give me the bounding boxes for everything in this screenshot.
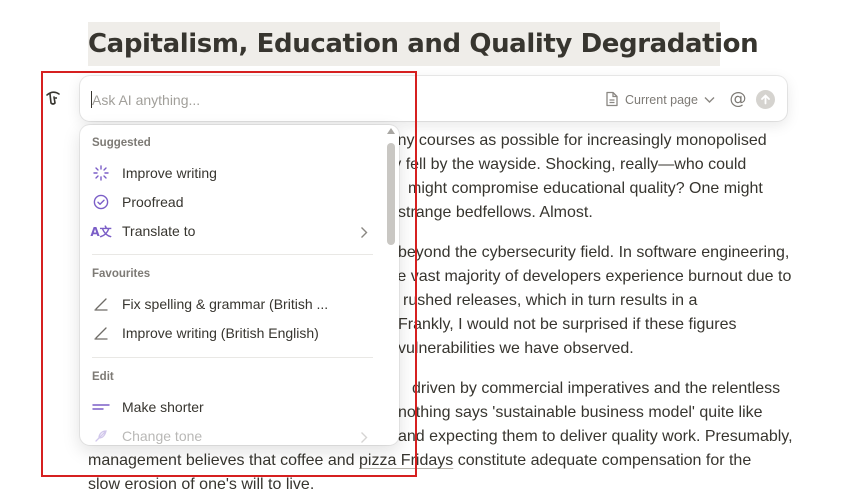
translate-icon: A文 [90,224,112,239]
body-text-span: constitute adequate compensation for the [453,452,752,469]
check-circle-icon [90,191,112,213]
context-label: Current page [625,93,698,107]
chevron-right-icon [360,429,368,445]
send-button[interactable] [756,90,775,109]
text-caret [91,91,92,108]
menu-item-change-tone[interactable]: Change tone [84,422,380,445]
body-line: the vast majority of developers experien… [384,268,792,285]
scroll-up-arrow-icon[interactable] [387,128,395,134]
section-label-suggested: Suggested [92,137,151,149]
menu-item-improve-writing[interactable]: Improve writing [84,159,380,187]
body-line: and expecting them to deliver quality wo… [398,428,793,445]
menu-item-label: Change tone [122,428,203,444]
body-line: as many courses as possible for increasi… [354,132,767,149]
body-line: strange bedfellows. Almost. [398,204,593,221]
body-line: driven by commercial imperatives and the… [412,380,781,397]
lines-icon [90,396,112,418]
body-line: nothing says 'sustainable business model… [398,404,763,421]
page-title[interactable]: Capitalism, Education and Quality Degrad… [88,24,759,64]
body-line: beyond the cybersecurity field. In softw… [398,244,790,261]
chevron-down-icon [704,93,715,107]
pen-icon [90,322,112,344]
menu-divider [92,254,373,255]
menu-item-translate-to[interactable]: A文 Translate to [84,217,380,245]
menu-item-label: Improve writing (British English) [122,325,319,341]
menu-divider [92,357,373,358]
sparkle-icon [90,162,112,184]
menu-item-make-shorter[interactable]: Make shorter [84,393,380,421]
menu-item-fix-spelling-british[interactable]: Fix spelling & grammar (British ... [84,290,380,318]
body-line: slow erosion of one's will to live. [88,476,315,493]
menu-item-label: Make shorter [122,399,204,415]
chevron-right-icon [360,224,368,243]
body-text-span: management believes that coffee and [88,452,359,469]
mention-button[interactable]: @ [729,89,747,109]
menu-item-label: Translate to [122,223,196,239]
menu-item-label: Fix spelling & grammar (British ... [122,296,329,312]
body-line: vulnerabilities we have observed. [398,340,634,357]
pen-icon [90,293,112,315]
pizza-fridays-link[interactable]: pizza Fridays [359,452,453,469]
menu-item-proofread[interactable]: Proofread [84,188,380,216]
ai-suggestions-menu: Suggested Improve writing Proofread A文 T… [80,125,399,445]
feather-icon [90,425,112,445]
menu-item-improve-writing-british[interactable]: Improve writing (British English) [84,319,380,347]
ai-prompt-input[interactable] [92,89,392,111]
menu-item-label: Proofread [122,194,184,210]
arrow-up-icon [760,90,771,109]
body-line: quality fell by the wayside. Shocking, r… [355,156,747,173]
context-selector-button[interactable]: Current page [605,89,715,111]
body-line: might compromise educational quality? On… [408,180,763,197]
page-icon [605,91,619,110]
body-line: management believes that coffee and pizz… [88,449,751,473]
section-label-favourites: Favourites [92,268,151,280]
body-line: Frankly, I would not be surprised if the… [398,316,737,333]
body-line: rushed releases, which in turn results i… [403,292,698,309]
menu-scrollbar-thumb[interactable] [387,143,395,245]
menu-item-label: Improve writing [122,165,217,181]
ai-face-icon [41,86,65,110]
section-label-edit: Edit [92,371,114,383]
